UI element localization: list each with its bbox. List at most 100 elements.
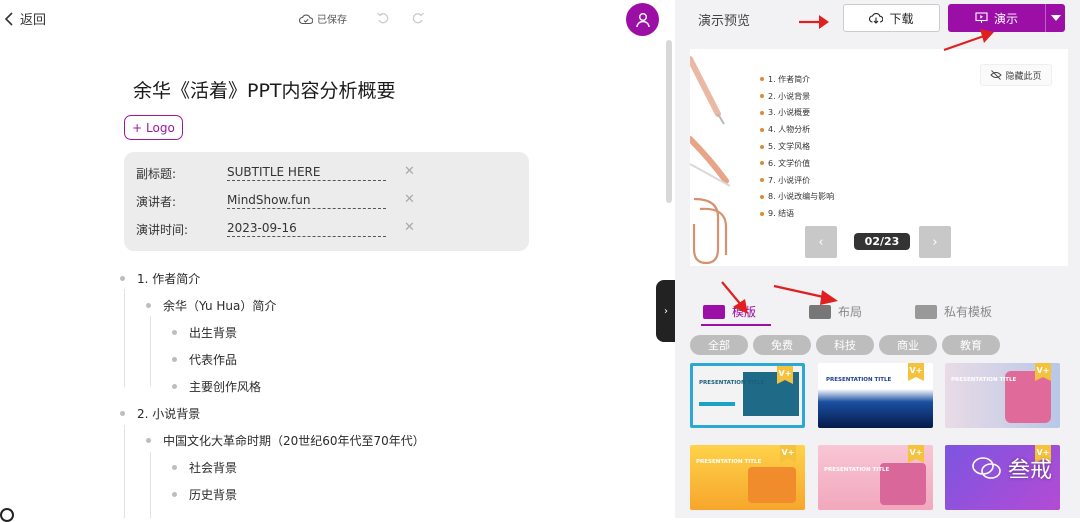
- present-label: 演示: [993, 11, 1018, 26]
- outline-item[interactable]: 代表作品: [172, 351, 237, 368]
- speaker-field[interactable]: MindShow.fun: [227, 193, 386, 209]
- document-title[interactable]: 余华《活着》PPT内容分析概要: [133, 76, 396, 103]
- bullet-icon: [760, 194, 764, 199]
- chevron-left-icon: ‹: [818, 234, 824, 250]
- user-avatar[interactable]: [626, 3, 659, 36]
- cloud-check-icon: [299, 13, 313, 24]
- user-icon: [635, 12, 650, 27]
- add-logo-button[interactable]: + Logo: [124, 115, 183, 140]
- outline-item-text: 代表作品: [189, 353, 238, 367]
- toc-item-text: 1. 作者简介: [768, 74, 811, 84]
- bullet-icon: [760, 94, 764, 99]
- bullet-icon: [760, 161, 764, 166]
- outline-guide-line: [124, 425, 125, 518]
- template-thumbnail[interactable]: PRESENTATION TITLE V+: [818, 445, 933, 510]
- annotation-arrow: [943, 29, 994, 52]
- editor-scrollbar[interactable]: [666, 40, 672, 203]
- template-title: PRESENTATION TITLE: [824, 467, 890, 473]
- toc-item: 4. 人物分析: [760, 121, 834, 138]
- outline-item[interactable]: 余华（Yu Hua）简介: [146, 297, 276, 314]
- collapse-panel-toggle[interactable]: ›: [656, 280, 676, 342]
- outline-item[interactable]: 1. 作者简介: [120, 270, 200, 287]
- clear-icon[interactable]: ✕: [404, 220, 415, 235]
- outline-item[interactable]: 出生背景: [172, 324, 237, 341]
- bullet-icon: [146, 438, 151, 443]
- chevron-right-icon: ›: [932, 234, 938, 250]
- toc-item-text: 4. 人物分析: [768, 125, 811, 135]
- template-thumbnail[interactable]: PRESENTATION TITLE V+: [818, 363, 933, 428]
- outline-item[interactable]: 2. 小说背景: [120, 405, 200, 422]
- template-thumbnail[interactable]: PRESENTATION TITLE V+: [690, 445, 805, 510]
- filter-chip[interactable]: 免费: [753, 335, 811, 355]
- toc-item: 8. 小说改编与影响: [760, 189, 834, 206]
- slide-preview[interactable]: 1. 作者简介 2. 小说背景 3. 小说概要 4. 人物分析 5. 文学风格 …: [690, 49, 1068, 266]
- subtitle-field[interactable]: SUBTITLE HERE: [227, 165, 386, 181]
- outline-item[interactable]: 主要创作风格: [172, 378, 261, 395]
- template-thumbnail[interactable]: PRESENTATION TITLE V+: [945, 363, 1060, 428]
- template-image: [748, 467, 796, 503]
- outline-guide-line: [150, 452, 151, 518]
- outline-item[interactable]: 社会背景: [172, 459, 237, 476]
- chevron-right-icon: ›: [664, 305, 668, 317]
- clear-icon[interactable]: ✕: [404, 192, 415, 207]
- stationery-illustration: [690, 56, 731, 265]
- outline-guide-line: [150, 316, 151, 386]
- hide-page-button[interactable]: 隐藏此页: [980, 64, 1052, 86]
- outline-item-text: 1. 作者简介: [137, 272, 201, 286]
- back-button[interactable]: 返回: [4, 9, 46, 28]
- filter-chip[interactable]: 商业: [879, 335, 937, 355]
- presentation-icon: [975, 12, 988, 23]
- help-icon[interactable]: [0, 508, 14, 522]
- bullet-icon: [120, 411, 125, 416]
- toc-item-text: 7. 小说评价: [768, 175, 811, 185]
- outline-item-text: 主要创作风格: [189, 380, 262, 394]
- meta-label: 演讲时间:: [136, 223, 189, 237]
- undo-icon[interactable]: [376, 11, 390, 25]
- watermark-text: 叁戒: [1007, 458, 1052, 483]
- meta-row-speaker: 演讲者: MindShow.fun ✕: [136, 192, 526, 213]
- bullet-icon: [760, 110, 764, 115]
- outline-item[interactable]: 历史背景: [172, 486, 237, 503]
- active-tab-indicator: [701, 324, 771, 326]
- toc-item: 7. 小说评价: [760, 172, 834, 189]
- bullet-icon: [760, 127, 764, 132]
- prev-slide-button[interactable]: ‹: [805, 226, 837, 258]
- cloud-download-icon: [869, 12, 884, 24]
- save-status: 已保存: [299, 11, 347, 26]
- annotation-arrow: [721, 281, 748, 314]
- outline-editor: 余华《活着》PPT内容分析概要 + Logo 副标题: SUBTITLE HER…: [0, 38, 664, 518]
- toc-item-text: 3. 小说概要: [768, 108, 811, 118]
- filter-chip[interactable]: 教育: [942, 335, 1000, 355]
- filter-chip[interactable]: 科技: [816, 335, 874, 355]
- bullet-icon: [760, 178, 764, 183]
- template-accent-bar: [699, 402, 735, 406]
- outline-item-text: 社会背景: [189, 461, 238, 475]
- toc-item-text: 6. 文学价值: [768, 158, 811, 168]
- outline-item-text: 出生背景: [189, 326, 238, 340]
- save-status-label: 已保存: [317, 15, 347, 26]
- category-filters: 全部 免费 科技 商业 教育: [690, 335, 1000, 355]
- date-field[interactable]: 2023-09-16: [227, 221, 386, 237]
- filter-chip[interactable]: 全部: [690, 335, 748, 355]
- outline-item-text: 2. 小说背景: [137, 407, 201, 421]
- toc-item: 1. 作者简介: [760, 71, 834, 88]
- tab-private-templates[interactable]: 私有模板: [915, 303, 992, 320]
- wechat-icon: [972, 457, 1001, 479]
- template-thumbnail[interactable]: PRESENTATION TITLE V+: [690, 363, 805, 428]
- toc-item: 9. 结语: [760, 205, 834, 222]
- chevron-left-icon: [4, 11, 13, 26]
- redo-icon[interactable]: [411, 11, 425, 25]
- clear-icon[interactable]: ✕: [404, 164, 415, 179]
- toc-item-text: 8. 小说改编与影响: [768, 192, 835, 202]
- toc-item-text: 5. 文学风格: [768, 142, 811, 152]
- toc-item-text: 2. 小说背景: [768, 91, 811, 101]
- download-button[interactable]: 下载: [843, 4, 940, 32]
- bullet-icon: [120, 276, 125, 281]
- outline-item[interactable]: 中国文化大革命时期（20世纪60年代至70年代）: [146, 432, 425, 449]
- outline-item-text: 中国文化大革命时期（20世纪60年代至70年代）: [163, 434, 425, 448]
- eye-off-icon: [990, 70, 1003, 80]
- present-dropdown[interactable]: [1045, 4, 1065, 32]
- tab-label: 私有模板: [944, 305, 993, 319]
- next-slide-button[interactable]: ›: [919, 226, 951, 258]
- template-title: PRESENTATION TITLE: [699, 380, 765, 386]
